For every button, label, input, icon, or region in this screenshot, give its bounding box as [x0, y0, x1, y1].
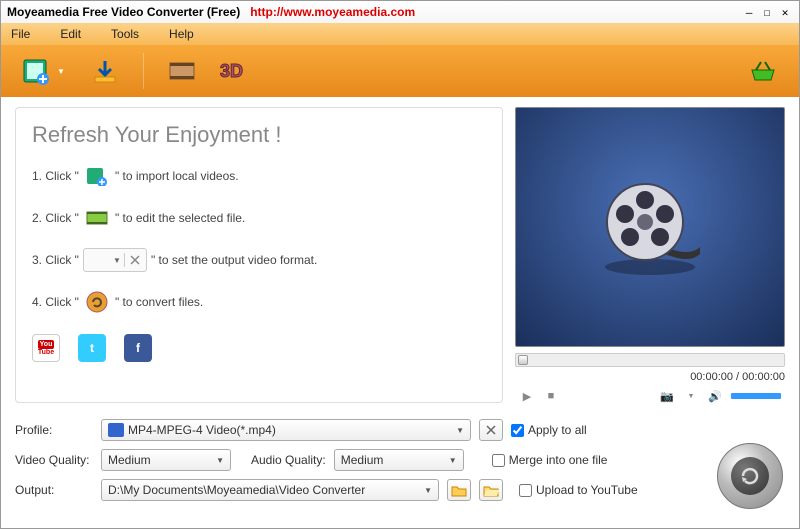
profile-label: Profile:	[15, 423, 93, 437]
convert-button[interactable]	[717, 443, 783, 509]
edit-video-button[interactable]	[158, 51, 206, 91]
upload-youtube-checkbox[interactable]: Upload to YouTube	[519, 483, 638, 497]
toolbar: ▼ 3D	[1, 45, 799, 97]
3d-icon: 3D	[220, 59, 256, 83]
chevron-down-icon: ▼	[449, 456, 457, 465]
convert-mini-icon	[83, 290, 111, 314]
basket-button[interactable]	[739, 51, 787, 91]
import-mini-icon	[83, 164, 111, 188]
welcome-panel: Refresh Your Enjoyment ! 1. Click " " to…	[15, 107, 503, 403]
chevron-down-icon: ▼	[216, 456, 224, 465]
menu-file[interactable]: File	[11, 27, 30, 41]
download-button[interactable]	[81, 51, 129, 91]
titlebar: Moyeamedia Free Video Converter (Free) h…	[1, 1, 799, 23]
chevron-down-icon: ▼	[113, 256, 121, 265]
merge-checkbox[interactable]: Merge into one file	[492, 453, 608, 467]
seek-thumb[interactable]	[518, 355, 528, 365]
snapshot-button[interactable]: 📷	[659, 389, 675, 403]
app-title: Moyeamedia Free Video Converter (Free)	[7, 5, 240, 19]
edit-filmstrip-icon	[166, 57, 198, 85]
seek-slider[interactable]	[515, 353, 785, 367]
volume-slider[interactable]	[731, 393, 781, 399]
stop-button[interactable]: ■	[543, 389, 559, 403]
convert-icon	[731, 457, 769, 495]
tools-icon	[484, 423, 498, 437]
profile-settings-button[interactable]	[479, 419, 503, 441]
3d-button[interactable]: 3D	[214, 51, 262, 91]
apply-all-checkbox[interactable]: Apply to all	[511, 423, 587, 437]
menu-tools[interactable]: Tools	[111, 27, 139, 41]
step-1: 1. Click " " to import local videos.	[32, 162, 486, 190]
film-reel-icon	[590, 172, 710, 282]
settings-form: Profile: MP4-MPEG-4 Video(*.mp4)▼ Apply …	[1, 413, 799, 519]
time-display: 00:00:00 / 00:00:00	[515, 371, 785, 383]
app-url[interactable]: http://www.moyeamedia.com	[250, 5, 415, 19]
main-area: Refresh Your Enjoyment ! 1. Click " " to…	[1, 97, 799, 413]
folder-icon	[451, 484, 467, 497]
profile-combo[interactable]: MP4-MPEG-4 Video(*.mp4)▼	[101, 419, 471, 441]
open-folder-button[interactable]	[479, 479, 503, 501]
mp4-icon	[108, 423, 124, 437]
download-icon	[89, 57, 121, 85]
player-controls: ▶ ■ 📷 ▼ 🔊	[515, 389, 785, 403]
step-2: 2. Click " " to edit the selected file.	[32, 204, 486, 232]
svg-text:3D: 3D	[220, 61, 243, 81]
welcome-heading: Refresh Your Enjoyment !	[32, 122, 486, 148]
youtube-button[interactable]: YouTube	[32, 334, 60, 362]
snapshot-dropdown[interactable]: ▼	[683, 389, 699, 403]
preview-panel: 00:00:00 / 00:00:00 ▶ ■ 📷 ▼ 🔊	[515, 107, 785, 403]
output-label: Output:	[15, 483, 93, 497]
audio-quality-label: Audio Quality:	[251, 453, 326, 467]
video-preview	[515, 107, 785, 347]
filmstrip-plus-icon	[21, 57, 53, 85]
volume-icon[interactable]: 🔊	[707, 389, 723, 403]
video-quality-combo[interactable]: Medium▼	[101, 449, 231, 471]
output-combo[interactable]: D:\My Documents\Moyeamedia\Video Convert…	[101, 479, 439, 501]
audio-quality-combo[interactable]: Medium▼	[334, 449, 464, 471]
twitter-button[interactable]: t	[78, 334, 106, 362]
format-mini-box: ▼	[83, 248, 147, 272]
menubar: File Edit Tools Help	[1, 23, 799, 45]
chevron-down-icon: ▼	[456, 426, 464, 435]
chevron-down-icon: ▼	[57, 67, 65, 76]
minimize-button[interactable]: —	[741, 5, 757, 19]
social-buttons: YouTube t f	[32, 334, 486, 362]
toolbar-separator	[143, 53, 144, 89]
import-button[interactable]: ▼	[13, 51, 73, 91]
edit-mini-icon	[83, 206, 111, 230]
video-quality-label: Video Quality:	[15, 453, 93, 467]
settings-icon	[128, 253, 142, 267]
maximize-button[interactable]: ☐	[759, 5, 775, 19]
menu-help[interactable]: Help	[169, 27, 194, 41]
menu-edit[interactable]: Edit	[60, 27, 81, 41]
basket-icon	[748, 58, 778, 84]
chevron-down-icon: ▼	[424, 486, 432, 495]
folder-open-icon	[483, 484, 499, 497]
play-button[interactable]: ▶	[519, 389, 535, 403]
step-4: 4. Click " " to convert files.	[32, 288, 486, 316]
step-3: 3. Click " ▼ " to set the output video f…	[32, 246, 486, 274]
browse-folder-button[interactable]	[447, 479, 471, 501]
facebook-button[interactable]: f	[124, 334, 152, 362]
close-button[interactable]: ✕	[777, 5, 793, 19]
